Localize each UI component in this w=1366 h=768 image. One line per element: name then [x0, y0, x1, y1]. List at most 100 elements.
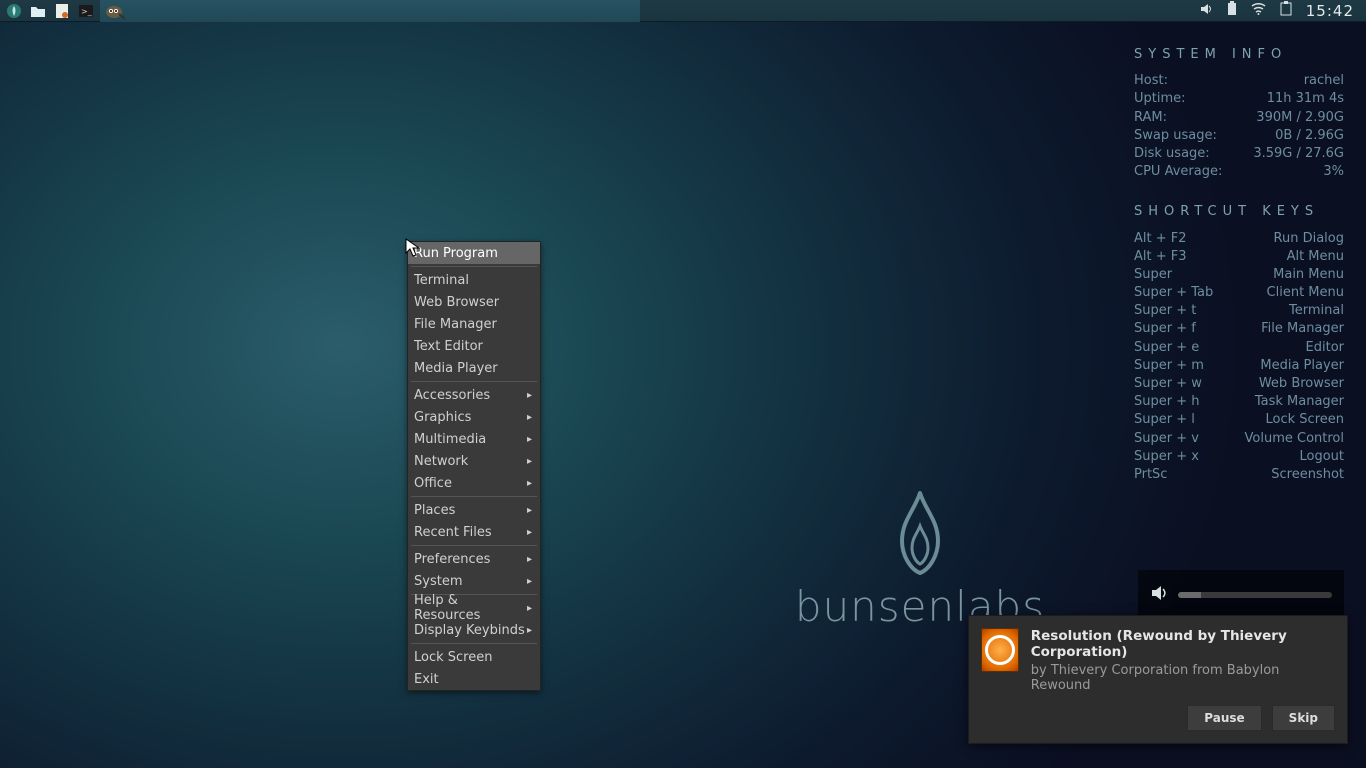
menu-item-label: Office: [414, 476, 452, 491]
menu-separator: [411, 496, 537, 497]
gimp-icon: [104, 2, 126, 20]
shortcut-row: Super + tTerminal: [1134, 302, 1344, 320]
shortcut-key: Super + x: [1134, 448, 1199, 466]
menu-item-run-program[interactable]: Run Program: [408, 242, 540, 264]
notification-title: Resolution (Rewound by Thievery Corporat…: [1031, 628, 1335, 660]
skip-button[interactable]: Skip: [1272, 705, 1335, 731]
sysinfo-row: RAM: 390M / 2.90G: [1134, 109, 1344, 127]
chevron-right-icon: ▸: [527, 412, 532, 423]
clipboard-tray-icon[interactable]: [1280, 1, 1292, 20]
menu-item-office[interactable]: Office▸: [408, 472, 540, 494]
shortcut-row: Super + Tab Client Menu: [1134, 284, 1344, 302]
shortcut-val: Client Menu: [1267, 284, 1344, 302]
shortcut-val: Lock Screen: [1266, 411, 1344, 429]
sysinfo-val: 390M / 2.90G: [1256, 109, 1344, 127]
chevron-right-icon: ▸: [527, 456, 532, 467]
shortcut-row: Super + vVolume Control: [1134, 430, 1344, 448]
menu-item-network[interactable]: Network▸: [408, 450, 540, 472]
shortcut-val: Main Menu: [1273, 266, 1344, 284]
pause-button[interactable]: Pause: [1187, 705, 1261, 731]
conky-system-info: SYSTEM INFO Host: rachelUptime:11h 31m 4s…: [1134, 46, 1344, 484]
wifi-tray-icon[interactable]: [1251, 3, 1266, 19]
shortcut-val: Run Dialog: [1274, 230, 1344, 248]
menu-item-label: Lock Screen: [414, 650, 492, 665]
menu-item-multimedia[interactable]: Multimedia▸: [408, 428, 540, 450]
volume-tray-icon[interactable]: [1199, 2, 1213, 20]
menu-item-label: Recent Files: [414, 525, 492, 540]
shortcut-row: Super + f File Manager: [1134, 320, 1344, 338]
sysinfo-row: Disk usage: 3.59G / 27.6G: [1134, 145, 1344, 163]
shortcut-val: Logout: [1299, 448, 1344, 466]
menu-item-label: Web Browser: [414, 295, 499, 310]
sysinfo-key: Host:: [1134, 72, 1168, 90]
menu-item-file-manager[interactable]: File Manager: [408, 313, 540, 335]
menu-item-graphics[interactable]: Graphics▸: [408, 406, 540, 428]
menu-item-system[interactable]: System▸: [408, 570, 540, 592]
menu-item-terminal[interactable]: Terminal: [408, 269, 540, 291]
sysinfo-val: 3.59G / 27.6G: [1253, 145, 1344, 163]
menu-item-label: Exit: [414, 672, 439, 687]
shortcut-key: Super + h: [1134, 393, 1199, 411]
menu-item-label: Media Player: [414, 361, 498, 376]
menu-item-media-player[interactable]: Media Player: [408, 357, 540, 379]
shortcut-row: PrtScScreenshot: [1134, 466, 1344, 484]
chevron-right-icon: ▸: [527, 527, 532, 538]
sysinfo-key: RAM:: [1134, 109, 1167, 127]
menu-item-preferences[interactable]: Preferences▸: [408, 548, 540, 570]
sysinfo-row: Swap usage: 0B / 2.96G: [1134, 127, 1344, 145]
system-tray: 15:42: [1199, 1, 1366, 20]
taskbar-task-gimp[interactable]: [100, 0, 640, 22]
menu-item-label: Accessories: [414, 388, 490, 403]
root-context-menu[interactable]: Run Program Terminal Web Browser File Manag…: [407, 241, 541, 691]
sysinfo-key: Disk usage:: [1134, 145, 1210, 163]
media-notification: Resolution (Rewound by Thievery Corporat…: [968, 615, 1348, 744]
menu-separator: [411, 643, 537, 644]
file-manager-launcher[interactable]: [26, 0, 50, 22]
sysinfo-val: 0B / 2.96G: [1275, 127, 1344, 145]
chevron-right-icon: ▸: [527, 603, 532, 614]
sysinfo-key: Swap usage:: [1134, 127, 1217, 145]
menu-launcher[interactable]: [2, 0, 26, 22]
album-art: [981, 628, 1019, 672]
menu-item-label: System: [414, 574, 462, 589]
shortcut-val: File Manager: [1261, 320, 1344, 338]
menu-item-help-resources[interactable]: Help & Resources▸: [408, 597, 540, 619]
menu-separator: [411, 266, 537, 267]
menu-item-text-editor[interactable]: Text Editor: [408, 335, 540, 357]
menu-item-label: Run Program: [414, 246, 498, 261]
menu-item-web-browser[interactable]: Web Browser: [408, 291, 540, 313]
menu-item-accessories[interactable]: Accessories▸: [408, 384, 540, 406]
shortcut-row: Super + hTask Manager: [1134, 393, 1344, 411]
volume-slider[interactable]: [1178, 592, 1332, 598]
sysinfo-val: rachel: [1304, 72, 1344, 90]
sysinfo-heading: SYSTEM INFO: [1134, 46, 1344, 64]
chevron-right-icon: ▸: [527, 505, 532, 516]
speaker-icon: [1150, 584, 1168, 606]
shortcut-key: Super + Tab: [1134, 284, 1213, 302]
sysinfo-row: Uptime:11h 31m 4s: [1134, 90, 1344, 108]
menu-item-places[interactable]: Places▸: [408, 499, 540, 521]
menu-item-exit[interactable]: Exit: [408, 668, 540, 690]
shortcut-row: Super Main Menu: [1134, 266, 1344, 284]
panel-clock[interactable]: 15:42: [1306, 2, 1354, 20]
shortcut-val: Volume Control: [1245, 430, 1344, 448]
shortcut-key: Super: [1134, 266, 1172, 284]
chevron-right-icon: ▸: [527, 554, 532, 565]
shortcut-key: Super + m: [1134, 357, 1204, 375]
browser-launcher[interactable]: [50, 0, 74, 22]
shortcut-key: Alt + F2: [1134, 230, 1187, 248]
menu-item-display-keybinds[interactable]: Display Keybinds▸: [408, 619, 540, 641]
bunsenlabs-logo: bunsenlabs: [760, 488, 1080, 631]
menu-item-recent-files[interactable]: Recent Files ▸: [408, 521, 540, 543]
chevron-right-icon: ▸: [527, 434, 532, 445]
shortcut-key: Super + e: [1134, 339, 1199, 357]
shortcut-val: Screenshot: [1271, 466, 1344, 484]
shortcut-val: Alt Menu: [1287, 248, 1344, 266]
shortcut-row: Super + mMedia Player: [1134, 357, 1344, 375]
shortcut-key: Super + f: [1134, 320, 1196, 338]
menu-item-lock-screen[interactable]: Lock Screen: [408, 646, 540, 668]
shortcut-row: Super + wWeb Browser: [1134, 375, 1344, 393]
sysinfo-key: Uptime:: [1134, 90, 1186, 108]
battery-tray-icon[interactable]: [1227, 1, 1237, 20]
terminal-launcher[interactable]: >_: [74, 0, 98, 22]
